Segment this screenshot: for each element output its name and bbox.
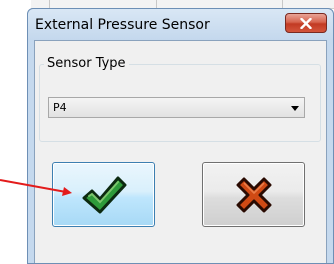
title-bar[interactable]: External Pressure Sensor [28, 9, 333, 40]
sensor-type-value: P4 [53, 101, 67, 114]
ok-button[interactable] [52, 162, 155, 227]
dialog-client-area: Sensor Type P4 [34, 40, 327, 263]
background-area [0, 0, 27, 264]
sensor-type-select[interactable]: P4 [48, 97, 305, 118]
close-icon [300, 17, 312, 29]
sensor-type-label: Sensor Type [44, 56, 129, 71]
cancel-button[interactable] [202, 162, 305, 227]
external-pressure-sensor-dialog: External Pressure Sensor Sensor Type P4 [27, 8, 334, 264]
chevron-down-icon[interactable] [291, 106, 299, 111]
close-button[interactable] [285, 13, 327, 33]
window-title: External Pressure Sensor [35, 17, 210, 33]
checkmark-icon [82, 176, 126, 213]
cross-icon [236, 177, 271, 212]
